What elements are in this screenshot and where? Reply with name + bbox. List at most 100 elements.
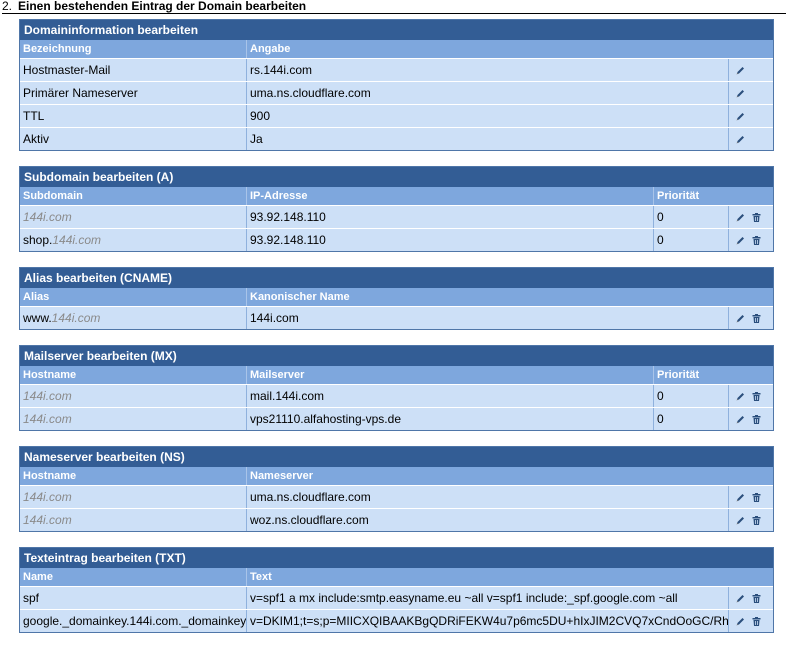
col-mailserver: Mailserver <box>247 366 654 384</box>
row-hostname: 144i.com <box>20 486 247 508</box>
col-subdomain: Subdomain <box>20 187 247 205</box>
subdomain-domain: 144i.com <box>23 210 72 224</box>
table-row: 144i.com mail.144i.com 0 <box>20 384 773 407</box>
table-row: Aktiv Ja <box>20 127 773 150</box>
step-heading: 2. Einen bestehenden Eintrag der Domain b… <box>2 0 786 14</box>
mx-column-header: Hostname Mailserver Priorität <box>20 366 773 384</box>
row-actions <box>729 408 773 430</box>
row-nameserver: woz.ns.cloudflare.com <box>247 509 729 531</box>
row-actions <box>729 509 773 531</box>
col-prioritaet: Priorität <box>657 369 700 381</box>
row-actions <box>729 105 773 127</box>
pencil-icon[interactable] <box>735 492 746 503</box>
trash-icon[interactable] <box>751 593 762 604</box>
row-actions <box>729 610 773 632</box>
pencil-icon[interactable] <box>735 235 746 246</box>
row-label: Aktiv <box>20 128 247 150</box>
step-title: Einen bestehenden Eintrag der Domain bea… <box>18 0 307 13</box>
row-subdomain: shop.144i.com <box>20 229 247 251</box>
trash-icon[interactable] <box>751 391 762 402</box>
row-actions <box>729 587 773 609</box>
subdomain-prefix: shop. <box>23 233 53 247</box>
row-ip: 93.92.148.110 <box>247 229 654 251</box>
row-value: Ja <box>247 128 729 150</box>
row-actions <box>729 229 773 251</box>
alias-title: Alias bearbeiten (CNAME) <box>20 268 773 288</box>
table-row: Hostmaster-Mail rs.144i.com <box>20 58 773 81</box>
row-actions <box>729 385 773 407</box>
row-value: rs.144i.com <box>247 59 729 81</box>
trash-icon[interactable] <box>751 515 762 526</box>
step-number: 2. <box>2 0 13 13</box>
col-name: Name <box>20 568 247 586</box>
domaininfo-section: Domaininformation bearbeiten Bezeichnung… <box>19 19 774 151</box>
table-row: Primärer Nameserver uma.ns.cloudflare.co… <box>20 81 773 104</box>
col-hostname: Hostname <box>20 366 247 384</box>
subdomain-column-header: Subdomain IP-Adresse Priorität <box>20 187 773 205</box>
row-label: Primärer Nameserver <box>20 82 247 104</box>
row-name: google._domainkey.144i.com._domainkey <box>20 610 247 632</box>
col-kanonischer-name: Kanonischer Name <box>250 291 350 303</box>
row-hostname: 144i.com <box>20 509 247 531</box>
pencil-icon[interactable] <box>735 391 746 402</box>
table-row: 144i.com vps21110.alfahosting-vps.de 0 <box>20 407 773 430</box>
row-prio: 0 <box>654 408 729 430</box>
row-actions <box>729 59 773 81</box>
row-subdomain: 144i.com <box>20 206 247 228</box>
row-ip: 93.92.148.110 <box>247 206 654 228</box>
row-label: Hostmaster-Mail <box>20 59 247 81</box>
row-prio: 0 <box>654 385 729 407</box>
txt-column-header: Name Text <box>20 568 773 586</box>
pencil-icon[interactable] <box>735 111 746 122</box>
row-actions <box>729 128 773 150</box>
col-prioritaet: Priorität <box>657 190 700 202</box>
txt-section: Texteintrag bearbeiten (TXT) Name Text s… <box>19 547 774 633</box>
col-text: Text <box>250 571 272 583</box>
trash-icon[interactable] <box>751 235 762 246</box>
subdomain-title: Subdomain bearbeiten (A) <box>20 167 773 187</box>
pencil-icon[interactable] <box>735 593 746 604</box>
ns-column-header: Hostname Nameserver <box>20 467 773 485</box>
pencil-icon[interactable] <box>735 616 746 627</box>
trash-icon[interactable] <box>751 313 762 324</box>
txt-title: Texteintrag bearbeiten (TXT) <box>20 548 773 568</box>
domaininfo-title: Domaininformation bearbeiten <box>20 20 773 40</box>
alias-column-header: Alias Kanonischer Name <box>20 288 773 306</box>
row-value: uma.ns.cloudflare.com <box>247 82 729 104</box>
table-row: 144i.com woz.ns.cloudflare.com <box>20 508 773 531</box>
pencil-icon[interactable] <box>735 134 746 145</box>
table-row: shop.144i.com 93.92.148.110 0 <box>20 228 773 251</box>
row-mailserver: vps21110.alfahosting-vps.de <box>247 408 654 430</box>
row-actions <box>729 307 773 329</box>
row-canonical: 144i.com <box>247 307 729 329</box>
pencil-icon[interactable] <box>735 88 746 99</box>
col-angabe: Angabe <box>250 43 291 55</box>
col-hostname: Hostname <box>20 467 247 485</box>
table-row: 144i.com 93.92.148.110 0 <box>20 205 773 228</box>
table-row: spf v=spf1 a mx include:smtp.easyname.eu… <box>20 586 773 609</box>
trash-icon[interactable] <box>751 212 762 223</box>
row-nameserver: uma.ns.cloudflare.com <box>247 486 729 508</box>
col-ip-adresse: IP-Adresse <box>247 187 654 205</box>
col-nameserver: Nameserver <box>250 470 313 482</box>
trash-icon[interactable] <box>751 616 762 627</box>
pencil-icon[interactable] <box>735 414 746 425</box>
pencil-icon[interactable] <box>735 515 746 526</box>
alias-domain: 144i.com <box>51 311 101 325</box>
pencil-icon[interactable] <box>735 313 746 324</box>
table-row: TTL 900 <box>20 104 773 127</box>
mx-title: Mailserver bearbeiten (MX) <box>20 346 773 366</box>
row-actions <box>729 82 773 104</box>
trash-icon[interactable] <box>751 414 762 425</box>
table-row: 144i.com uma.ns.cloudflare.com <box>20 485 773 508</box>
pencil-icon[interactable] <box>735 212 746 223</box>
row-prio: 0 <box>654 206 729 228</box>
pencil-icon[interactable] <box>735 65 746 76</box>
alias-prefix: www. <box>23 311 52 325</box>
trash-icon[interactable] <box>751 492 762 503</box>
row-name: spf <box>20 587 247 609</box>
subdomain-section: Subdomain bearbeiten (A) Subdomain IP-Ad… <box>19 166 774 252</box>
subdomain-domain: 144i.com <box>52 233 102 247</box>
alias-section: Alias bearbeiten (CNAME) Alias Kanonisch… <box>19 267 774 330</box>
row-alias: www.144i.com <box>20 307 247 329</box>
